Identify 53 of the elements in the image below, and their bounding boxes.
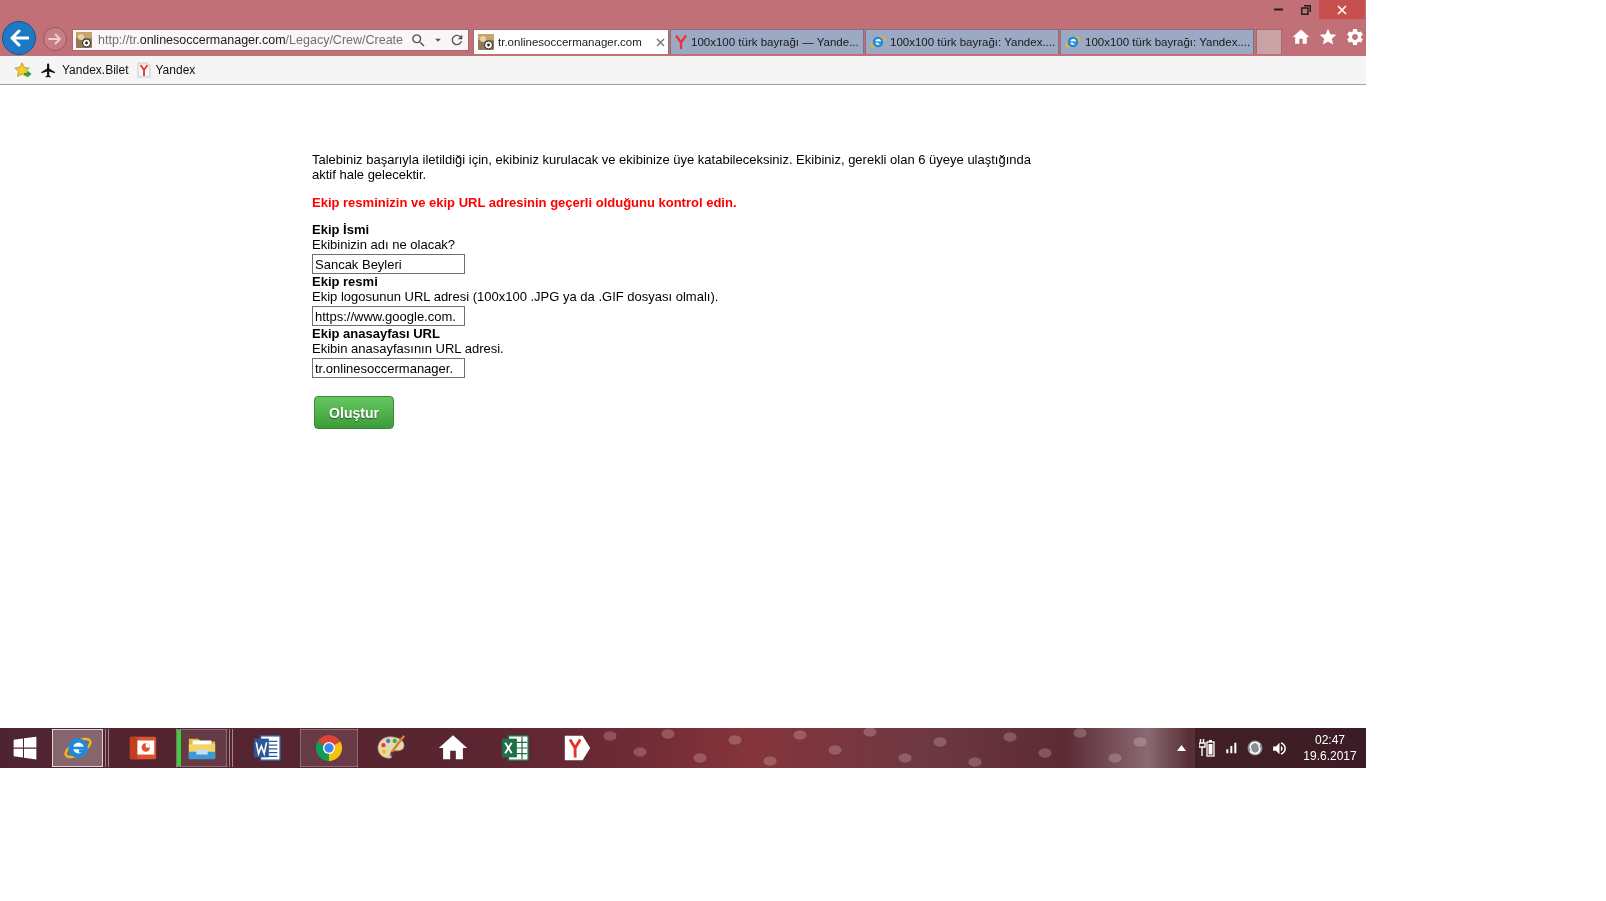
- plane-icon: [40, 61, 57, 79]
- site-favicon-icon: [478, 34, 494, 50]
- favorite-link[interactable]: Yandex: [136, 62, 196, 78]
- clock-button[interactable]: 02:47 19.6.2017: [1296, 729, 1364, 767]
- search-icon[interactable]: [410, 31, 427, 49]
- yandex-favicon-icon: [136, 62, 151, 78]
- close-button[interactable]: [1319, 0, 1365, 19]
- back-arrow-icon: [9, 29, 29, 47]
- add-favorite-icon[interactable]: [14, 61, 32, 79]
- text-document-icon: [252, 733, 282, 763]
- settings-icon[interactable]: [1345, 27, 1365, 47]
- show-hidden-icons-icon[interactable]: [1176, 745, 1186, 751]
- site-favicon-icon: [76, 32, 92, 48]
- taskbar-app-button[interactable]: [52, 729, 110, 767]
- browser-tab[interactable]: 100x100 türk bayrağı — Yande...: [670, 29, 864, 54]
- back-button[interactable]: [2, 21, 36, 55]
- field-hint: Ekibinizin adı ne olacak?: [312, 237, 456, 252]
- field-hint: Ekip logosunun URL adresi (100x100 .JPG ya da .GIF dosyası olmalı).: [312, 289, 719, 304]
- close-icon[interactable]: [656, 37, 665, 47]
- taskbar-app-button[interactable]: [300, 729, 358, 767]
- ie-favicon-icon: [1065, 34, 1081, 50]
- plug-battery-icon[interactable]: [1199, 739, 1215, 757]
- text-field[interactable]: https://www.google.com.: [312, 306, 465, 326]
- intro-text: Talebiniz başarıyla iletildiği için, ekibiniz kurulacak ve ekibinize üye katabileceksiniz. Ekibiniz, gerekli olan 6 üyeye ulaştığında aktif hale gelecektir.: [312, 152, 1032, 182]
- close-icon: [1337, 4, 1347, 15]
- signal-icon[interactable]: [1223, 740, 1239, 756]
- yandex-logo-icon: [562, 733, 592, 763]
- favorites-icon[interactable]: [1318, 27, 1338, 47]
- refresh-icon[interactable]: [449, 32, 465, 48]
- browser-tab[interactable]: 100x100 türk bayrağı: Yandex....: [1060, 29, 1254, 54]
- restore-icon[interactable]: [1300, 4, 1311, 15]
- forward-button[interactable]: [43, 27, 67, 51]
- text-field[interactable]: tr.onlinesoccermanager.: [312, 358, 465, 378]
- forward-arrow-icon: [48, 33, 62, 45]
- field-label: Ekip resmi: [312, 274, 378, 289]
- url-text: http://tr.onlinesoccermanager.com/Legacy/Crew/Create: [97, 33, 405, 47]
- spreadsheet-icon: [500, 733, 530, 763]
- chrome-icon: [314, 733, 344, 763]
- field-hint: Ekibin anasayfasının URL adresi.: [312, 341, 504, 356]
- field-label: Ekip anasayfası URL: [312, 326, 440, 341]
- sync-icon[interactable]: [1247, 740, 1263, 756]
- warning-text: Ekip resminizin ve ekip URL adresinin geçerli olduğunu kontrol edin.: [312, 195, 737, 210]
- browser-tab[interactable]: tr.onlinesoccermanager.com: [473, 29, 669, 54]
- windows-logo-icon: [12, 735, 38, 761]
- yandex-favicon-icon: [675, 34, 687, 50]
- field-label: Ekip İsmi: [312, 222, 370, 237]
- browser-tab[interactable]: 100x100 türk bayrağı: Yandex....: [865, 29, 1059, 54]
- favorite-link[interactable]: Yandex.Bilet: [40, 61, 129, 79]
- address-field[interactable]: http://tr.onlinesoccermanager.com/Legacy/Crew/Create: [72, 29, 469, 51]
- text-field[interactable]: Sancak Beyleri: [312, 254, 465, 274]
- taskbar-app-button[interactable]: [176, 729, 234, 767]
- ie-favicon-icon: [870, 34, 886, 50]
- home-icon[interactable]: [1291, 27, 1311, 47]
